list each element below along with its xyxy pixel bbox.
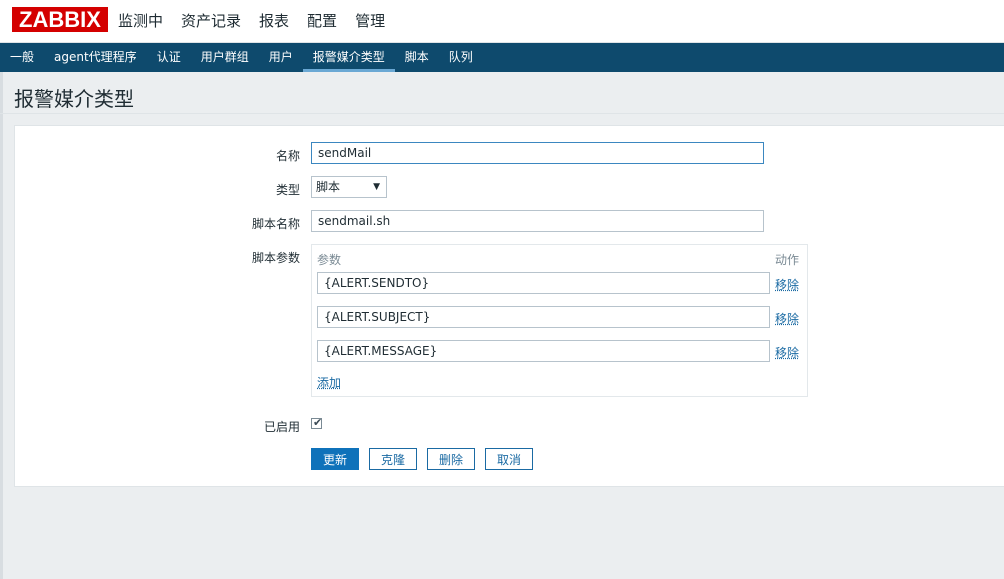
- param-remove-subject[interactable]: 移除: [775, 310, 799, 327]
- type-select-value: 脚本: [316, 180, 341, 194]
- script-name-label: 脚本名称: [251, 217, 300, 231]
- sub-nav: 一般 agent代理程序 认证 用户群组 用户 报警媒介类型 脚本 队列: [0, 43, 1004, 72]
- main-nav-item-monitoring[interactable]: 监测中: [118, 0, 163, 42]
- enabled-label: 已启用: [263, 420, 300, 434]
- page-title: 报警媒介类型: [14, 87, 134, 111]
- sub-nav-item-scripts[interactable]: 脚本: [395, 43, 439, 72]
- sub-nav-item-general[interactable]: 一般: [0, 43, 44, 72]
- param-remove-message[interactable]: 移除: [775, 344, 799, 361]
- main-nav: 监测中 资产记录 报表 配置 管理: [118, 0, 403, 42]
- name-input[interactable]: [311, 142, 764, 164]
- main-nav-item-administration[interactable]: 管理: [355, 0, 385, 42]
- enabled-checkbox[interactable]: ✔: [311, 416, 323, 429]
- script-params-table: 参数 动作 移除 移除 移除 添加: [311, 244, 808, 397]
- main-nav-item-reports[interactable]: 报表: [259, 0, 289, 42]
- check-icon: ✔: [313, 416, 323, 429]
- top-bar: ZABBIX 监测中 资产记录 报表 配置 管理: [0, 0, 1004, 43]
- param-input-message[interactable]: [317, 340, 770, 362]
- main-nav-item-inventory[interactable]: 资产记录: [181, 0, 241, 42]
- sub-nav-item-proxies[interactable]: agent代理程序: [44, 43, 147, 72]
- param-input-subject[interactable]: [317, 306, 770, 328]
- title-divider: [0, 113, 1004, 114]
- clone-button[interactable]: 克隆: [369, 448, 417, 470]
- window-left-edge: [0, 0, 3, 579]
- sub-nav-item-authentication[interactable]: 认证: [147, 43, 191, 72]
- param-add-link[interactable]: 添加: [317, 374, 341, 391]
- param-remove-sendto[interactable]: 移除: [775, 276, 799, 293]
- name-label: 名称: [275, 149, 300, 163]
- type-select[interactable]: 脚本 ▼: [311, 176, 387, 198]
- zabbix-logo[interactable]: ZABBIX: [12, 7, 108, 32]
- chevron-down-icon: ▼: [373, 182, 380, 192]
- script-params-label: 脚本参数: [251, 251, 300, 265]
- sub-nav-item-media-types[interactable]: 报警媒介类型: [302, 43, 395, 72]
- action-column-header: 动作: [775, 253, 800, 267]
- update-button[interactable]: 更新: [311, 448, 359, 470]
- params-column-header: 参数: [317, 253, 342, 267]
- script-name-input[interactable]: [311, 210, 764, 232]
- cancel-button[interactable]: 取消: [485, 448, 533, 470]
- sub-nav-item-users[interactable]: 用户: [259, 43, 303, 72]
- delete-button[interactable]: 删除: [427, 448, 475, 470]
- main-nav-item-configuration[interactable]: 配置: [307, 0, 337, 42]
- type-label: 类型: [275, 183, 300, 197]
- sub-nav-item-queue[interactable]: 队列: [439, 43, 483, 72]
- media-type-form: 名称 类型 脚本 ▼ 脚本名称 脚本参数 参数 动作 移除 移除 移除 添加 已…: [14, 125, 1004, 487]
- param-input-sendto[interactable]: [317, 272, 770, 294]
- sub-nav-item-user-groups[interactable]: 用户群组: [191, 43, 259, 72]
